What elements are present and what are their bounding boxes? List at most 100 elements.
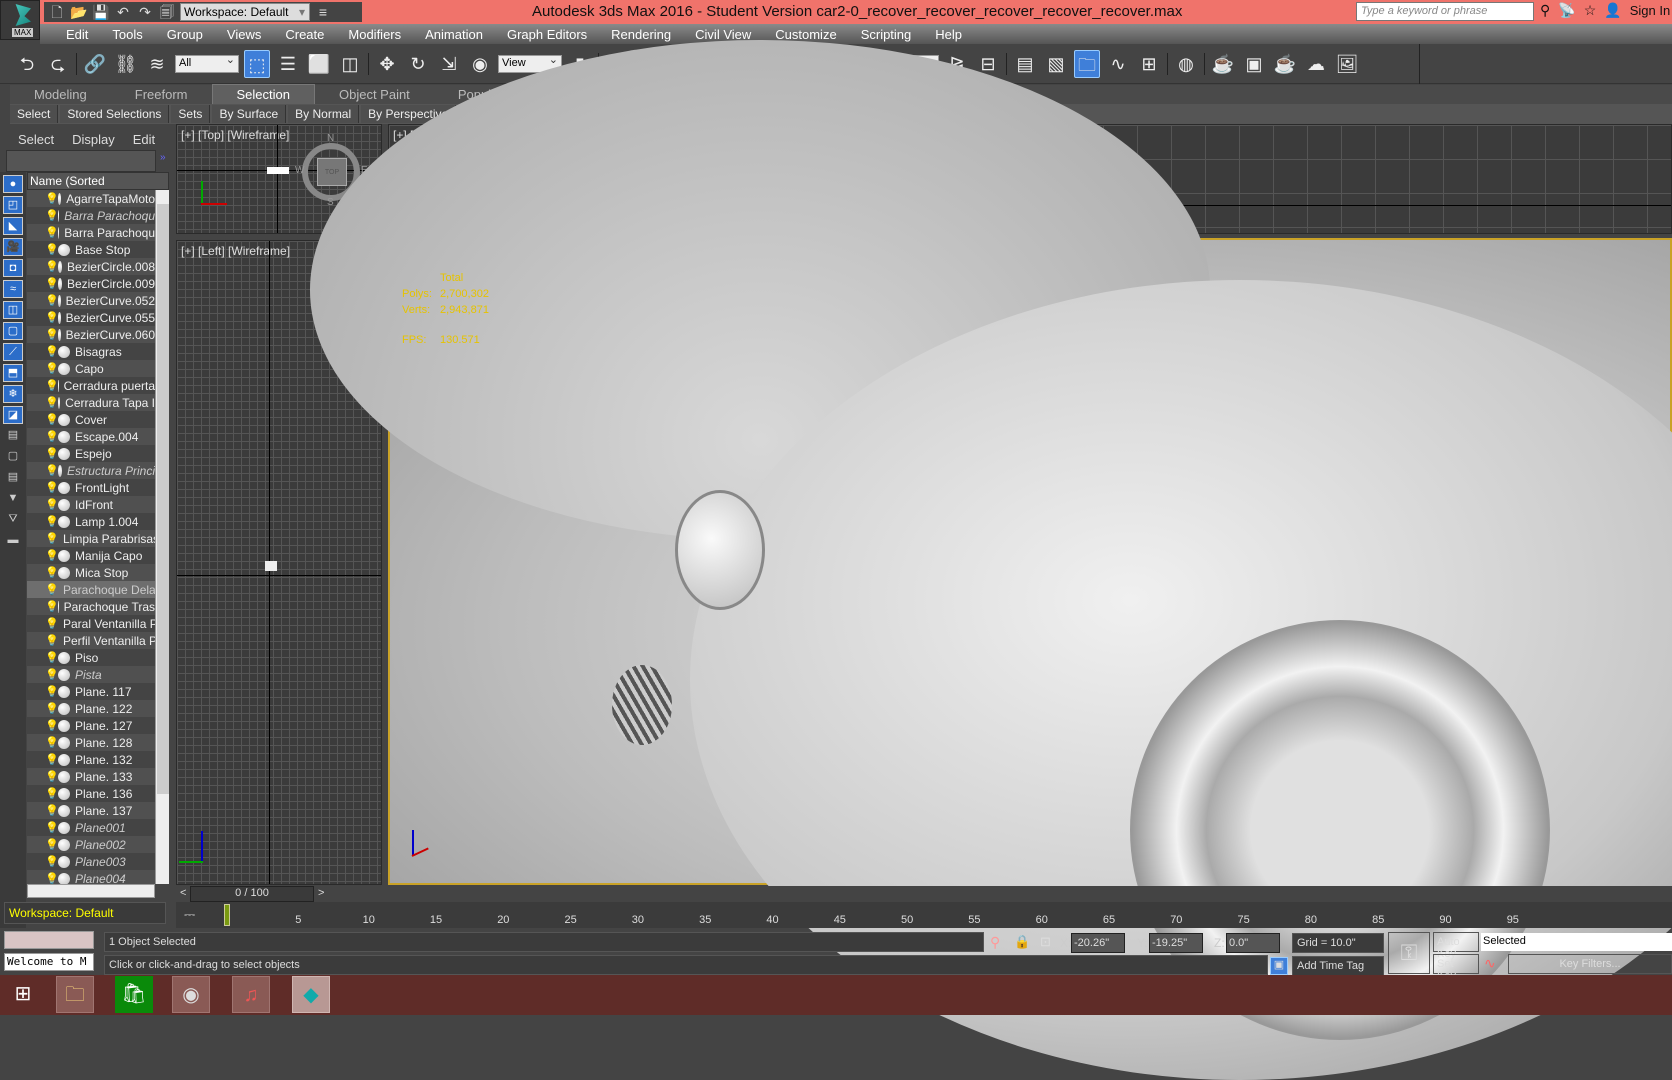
render-sphere-icon[interactable] <box>58 464 62 477</box>
scene-search-input[interactable] <box>6 150 156 172</box>
rectangular-selection-icon[interactable]: ⬜ <box>306 50 332 78</box>
render-sphere-icon[interactable] <box>58 277 62 290</box>
light-bulb-icon[interactable]: 💡 <box>45 719 59 732</box>
open-file-icon[interactable]: 📂 <box>70 4 88 20</box>
selection-filter-dropdown[interactable]: All <box>175 53 239 73</box>
scene-object-row[interactable]: 💡 Plane001 <box>27 819 155 836</box>
scene-object-row[interactable]: 💡 Plane. 136 <box>27 785 155 802</box>
key-mode-dropdown[interactable]: Selected <box>1481 933 1672 951</box>
name-column-header[interactable]: Name (Sorted Ascending) <box>27 172 169 202</box>
ribbon-by-normal[interactable]: By Normal <box>288 105 360 123</box>
light-bulb-icon[interactable]: 💡 <box>45 209 59 222</box>
render-sphere-icon[interactable] <box>58 362 70 375</box>
light-bulb-icon[interactable]: 💡 <box>45 447 59 460</box>
maxscript-macro-field[interactable] <box>4 931 94 949</box>
light-bulb-icon[interactable]: 💡 <box>45 685 59 698</box>
light-bulb-icon[interactable]: 💡 <box>45 753 59 766</box>
se-menu-select[interactable]: Select <box>18 132 54 147</box>
render-sphere-icon[interactable] <box>58 736 70 749</box>
app-menu-button[interactable]: MAX <box>0 0 40 40</box>
se-menu-display[interactable]: Display <box>72 132 115 147</box>
light-bulb-icon[interactable]: 💡 <box>45 532 59 545</box>
menu-group[interactable]: Group <box>155 27 215 42</box>
render-sphere-icon[interactable] <box>58 209 60 222</box>
light-bulb-icon[interactable]: 💡 <box>45 345 59 358</box>
render-production-icon[interactable]: ☕ <box>1272 50 1298 78</box>
menu-views[interactable]: Views <box>215 27 273 42</box>
display-none-icon[interactable]: ▢ <box>3 448 23 466</box>
render-sphere-icon[interactable] <box>58 566 70 579</box>
new-file-icon[interactable]: 🗋 <box>48 4 66 20</box>
scene-object-row[interactable]: 💡 BezierCircle.009 <box>27 275 155 292</box>
light-bulb-icon[interactable]: 💡 <box>45 736 59 749</box>
set-key-button[interactable]: Set Key <box>1433 954 1479 982</box>
file-explorer-icon[interactable]: 🗀 <box>56 976 94 1013</box>
environment-icon[interactable]: 🖼 <box>1334 50 1360 78</box>
scene-object-row[interactable]: 💡 AgarreTapaMoto <box>27 190 155 207</box>
z-coordinate-field[interactable]: 0.0" <box>1226 933 1280 953</box>
viewport-label[interactable]: [+] [Left] [Wireframe] <box>181 244 290 258</box>
select-object-icon[interactable]: ⬚ <box>244 50 270 78</box>
scene-object-row[interactable]: 💡 BezierCurve.052 <box>27 292 155 309</box>
render-sphere-icon[interactable] <box>58 770 70 783</box>
scene-object-row[interactable]: 💡 Plane. 137 <box>27 802 155 819</box>
display-spacewarps-icon[interactable]: ≈ <box>3 280 23 298</box>
display-lights-icon[interactable]: ◣ <box>3 217 23 235</box>
light-bulb-icon[interactable]: 💡 <box>45 855 59 868</box>
chrome-icon[interactable]: ◉ <box>172 976 210 1013</box>
satellite-icon[interactable]: 📡 <box>1558 2 1575 19</box>
scene-object-row[interactable]: 💡 Plane. 132 <box>27 751 155 768</box>
render-sphere-icon[interactable] <box>58 311 61 324</box>
filter-options-icon[interactable]: ⛛ <box>3 511 23 529</box>
selection-lock-icon[interactable]: 🔒 <box>1014 934 1030 950</box>
render-sphere-icon[interactable] <box>58 753 70 766</box>
window-crossing-icon[interactable]: ◫ <box>337 50 363 78</box>
scene-object-row[interactable]: 💡 Bisagras <box>27 343 155 360</box>
tab-freeform[interactable]: Freeform <box>111 85 212 104</box>
render-sphere-icon[interactable] <box>58 260 62 273</box>
light-bulb-icon[interactable]: 💡 <box>45 396 59 409</box>
scene-object-row[interactable]: 💡 Cover <box>27 411 155 428</box>
layers-icon[interactable]: ▧ <box>1043 50 1069 78</box>
scene-object-row[interactable]: 💡 Estructura Princi <box>27 462 155 479</box>
set-keys-key-icon[interactable]: ⚿ <box>1388 932 1430 974</box>
light-bulb-icon[interactable]: 💡 <box>45 787 59 800</box>
binoculars-icon[interactable]: ⚲ <box>1540 2 1550 19</box>
ribbon-stored-selections[interactable]: Stored Selections <box>60 105 170 123</box>
light-bulb-icon[interactable]: 💡 <box>45 872 59 884</box>
placement-icon[interactable]: ◉ <box>467 50 493 78</box>
scene-object-row[interactable]: 💡 Limpia Parabrisas <box>27 530 155 547</box>
render-sphere-icon[interactable] <box>58 804 70 817</box>
display-frozen-icon[interactable]: ❄ <box>3 385 23 403</box>
display-geometry-icon[interactable]: ● <box>3 175 23 193</box>
expand-icon[interactable]: » <box>160 152 166 163</box>
light-bulb-icon[interactable]: 💡 <box>45 617 59 630</box>
time-prev-button[interactable]: < <box>180 887 186 899</box>
display-hidden-icon[interactable]: ◪ <box>3 406 23 424</box>
light-bulb-icon[interactable]: 💡 <box>45 328 59 341</box>
viewport-perspective[interactable]: [+] [Perspective] [Shaded] Total Polys: … <box>310 40 1672 1080</box>
render-sphere-icon[interactable] <box>58 685 70 698</box>
project-folder-icon[interactable]: 🗐 <box>158 4 176 20</box>
scene-object-row[interactable]: 💡 Escape.004 <box>27 428 155 445</box>
schematic-view-icon[interactable]: ⊞ <box>1136 50 1162 78</box>
tab-modeling[interactable]: Modeling <box>10 85 111 104</box>
key-filters-button[interactable]: Key Filters... <box>1508 954 1672 974</box>
redo-icon[interactable]: ⮎ <box>45 50 71 78</box>
maxscript-output-field[interactable]: Welcome to M <box>4 953 94 971</box>
render-sphere-icon[interactable] <box>58 379 59 392</box>
scene-object-row[interactable]: 💡 Plane003 <box>27 853 155 870</box>
render-sphere-icon[interactable] <box>58 481 70 494</box>
light-bulb-icon[interactable]: 💡 <box>45 243 59 256</box>
render-sphere-icon[interactable] <box>58 651 70 664</box>
scene-object-row[interactable]: 💡 Plane. 122 <box>27 700 155 717</box>
render-sphere-icon[interactable] <box>58 719 70 732</box>
render-setup-icon[interactable]: ☕ <box>1210 50 1236 78</box>
curve-editor-icon[interactable]: ∿ <box>1105 50 1131 78</box>
track-bar[interactable]: ⎓ 5 10 15 20 25 30 35 40 45 50 55 60 65 70 75 80 85 90 95 <box>176 902 1672 928</box>
render-sphere-icon[interactable] <box>58 787 70 800</box>
menu-create[interactable]: Create <box>273 27 336 42</box>
store-icon[interactable]: 🛍 <box>115 976 153 1013</box>
light-bulb-icon[interactable]: 💡 <box>45 668 59 681</box>
scene-object-row[interactable]: 💡 Plane. 128 <box>27 734 155 751</box>
